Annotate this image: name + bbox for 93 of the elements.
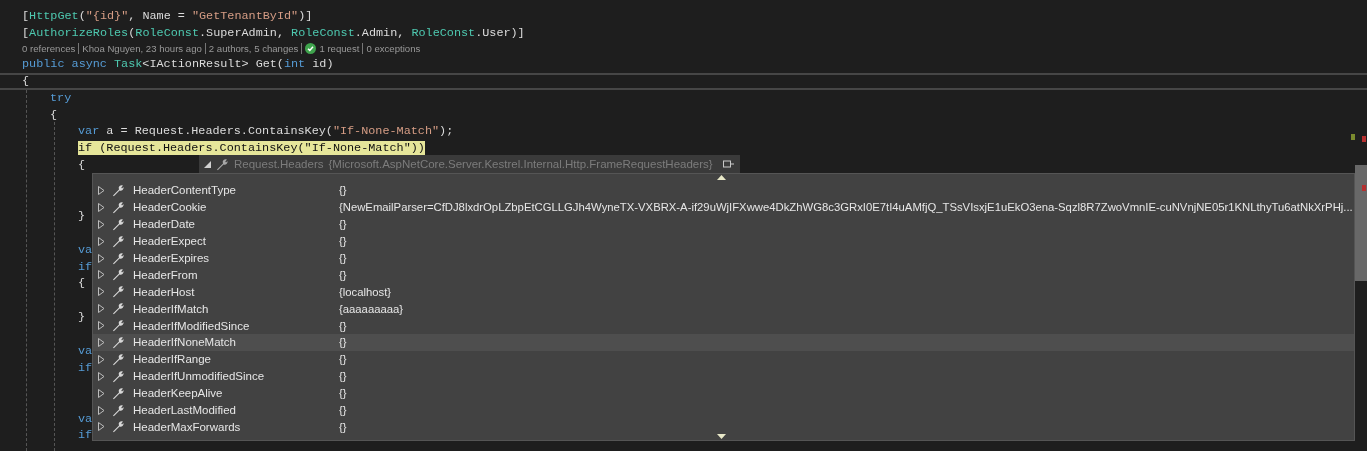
codelens-link[interactable]: 0 references [22,41,76,56]
codelens-link[interactable]: 2 authors, 5 changes [208,41,299,56]
property-name: HeaderContentType [133,184,237,197]
codelens-link[interactable]: Khoa Nguyen, 23 hours ago [82,41,202,56]
code-line: if [78,259,93,274]
code-line: if [78,360,93,375]
property-value: {} [339,353,347,366]
wrench-icon [112,369,125,383]
property-value: {} [339,252,347,264]
code-line: { [78,158,86,173]
datatip-row[interactable]: HeaderIfMatch {aaaaaaaaa} [93,300,1354,318]
code-line: va [78,411,93,426]
datatip-row[interactable]: HeaderDate {} [93,215,1354,233]
property-name: HeaderCookie [133,201,208,214]
property-name: HeaderIfUnmodifiedSince [133,370,266,383]
property-name: HeaderDate [133,218,196,231]
property-name: HeaderIfRange [133,353,212,366]
property-value: {localhost} [339,285,392,298]
change-marker [1351,134,1355,140]
datatip-row[interactable]: HeaderKeepAlive {} [93,384,1354,402]
wrench-icon [112,183,125,197]
property-name: HeaderIfNoneMatch [133,336,237,349]
property-name: HeaderKeepAlive [133,387,224,400]
property-name: HeaderMaxForwards [133,420,242,433]
property-value: {} [339,336,347,349]
code-line: } [78,310,86,325]
pin-icon[interactable] [723,160,734,168]
property-value: {} [339,387,347,400]
wrench-icon [112,285,125,299]
wrench-icon [112,335,125,349]
wrench-icon [112,386,125,400]
datatip-row[interactable]: HeaderIfUnmodifiedSince {} [93,367,1354,385]
wrench-icon [112,302,125,316]
editor-scrollbar[interactable] [1355,165,1367,281]
wrench-icon [112,251,125,265]
code-line: [HttpGet("{id}", Name = "GetTenantById")] [22,9,313,23]
property-value: {} [339,370,347,383]
wrench-icon [112,200,125,214]
expression-type: {Microsoft.AspNetCore.Server.Kestrel.Internal.Http.FrameRequestHeaders} [328,158,713,170]
code-line: if [78,428,93,443]
codelens-link[interactable]: 1 request [319,41,360,56]
scroll-up-icon[interactable] [717,175,726,180]
wrench-icon [112,319,125,333]
wrench-icon [112,352,125,366]
datatip-row[interactable]: HeaderMaxForwards {} [93,418,1354,436]
datatip-row[interactable]: HeaderLastModified {} [93,401,1354,419]
property-name: HeaderIfModifiedSince [133,319,251,332]
wrench-icon [112,420,125,434]
property-name: HeaderExpect [133,235,207,248]
property-value: {} [339,184,347,197]
code-line: try [50,90,72,105]
codelens-link[interactable]: 0 exceptions [366,41,421,56]
code-line: public async Task<IActionResult> Get(int id) [22,56,334,71]
expanded-triangle-icon[interactable] [204,160,211,168]
code-line: va [78,242,93,257]
datatip-row[interactable]: HeaderCookie {NewEmailParser=CfDJ8lxdrOpLZbpEtCGLLGJh4WyneTX-VXBRX-A-if29uWjIFXwwe4DkZhWG8c3GRxI0E7tI4uAMfjQ_TSsVIsxjE1uEkO3ena-Sqzl8R7ZwoVmnIE-cuNVnjNE05r1KNLthyTu6atNkXrPHj... [93,198,1354,216]
datatip-row[interactable]: HeaderExpect {} [93,232,1354,250]
datatip-row[interactable]: HeaderFrom {} [93,266,1354,284]
code-line: va [78,344,93,359]
scroll-down-icon[interactable] [717,434,726,439]
wrench-icon [216,157,229,171]
datatip-row[interactable]: HeaderIfModifiedSince {} [93,317,1354,334]
property-value: {} [339,319,347,332]
datatip-row[interactable]: HeaderIfRange {} [93,350,1354,368]
datatip-row[interactable]: HeaderHost {localhost} [93,283,1354,301]
code-line: { [22,73,30,88]
property-value: {} [339,404,347,416]
property-value: {} [339,420,347,433]
datatip-row[interactable]: HeaderContentType {} [93,182,1354,199]
property-name: HeaderIfMatch [133,302,210,315]
code-line: var a = Request.Headers.ContainsKey("If-None-Match"); [78,124,454,139]
breakpoint-marker [1362,136,1366,142]
property-name: HeaderHost [133,285,196,298]
property-value: {} [339,218,347,231]
wrench-icon [112,217,125,231]
datatip-row[interactable]: HeaderExpires {} [93,249,1354,267]
property-value: {NewEmailParser=CfDJ8lxdrOpLZbpEtCGLLGJh4WyneTX-VXBRX-A-if29uWjIFXwwe4DkZhWG8c3GRxI0E7tI4uAMfjQ_TSsVIsxjE1uEkO3ena-Sqzl8R7ZwoVmnIE-cuNVnjNE05r1KNLthyTu6atNkXrPHj... [339,201,1353,214]
code-line: [AuthorizeRoles(RoleConst.SuperAdmin, RoleConst.Admin, RoleConst.User)] [22,25,525,40]
property-name: HeaderExpires [133,252,211,264]
code-line: { [78,276,86,291]
wrench-icon [112,234,125,248]
property-value: {aaaaaaaaa} [339,302,404,315]
property-value: {} [339,268,347,281]
wrench-icon [112,403,125,417]
breakpoint-marker [1362,185,1366,191]
property-name: HeaderFrom [133,268,199,281]
datatip-row[interactable]: HeaderIfNoneMatch {} [93,334,1354,351]
property-name: HeaderLastModified [133,404,237,416]
property-value: {} [339,235,347,248]
code-line: } [78,208,86,223]
wrench-icon [112,268,125,282]
code-line: { [50,107,58,122]
expression-name: Request.Headers [234,158,324,170]
